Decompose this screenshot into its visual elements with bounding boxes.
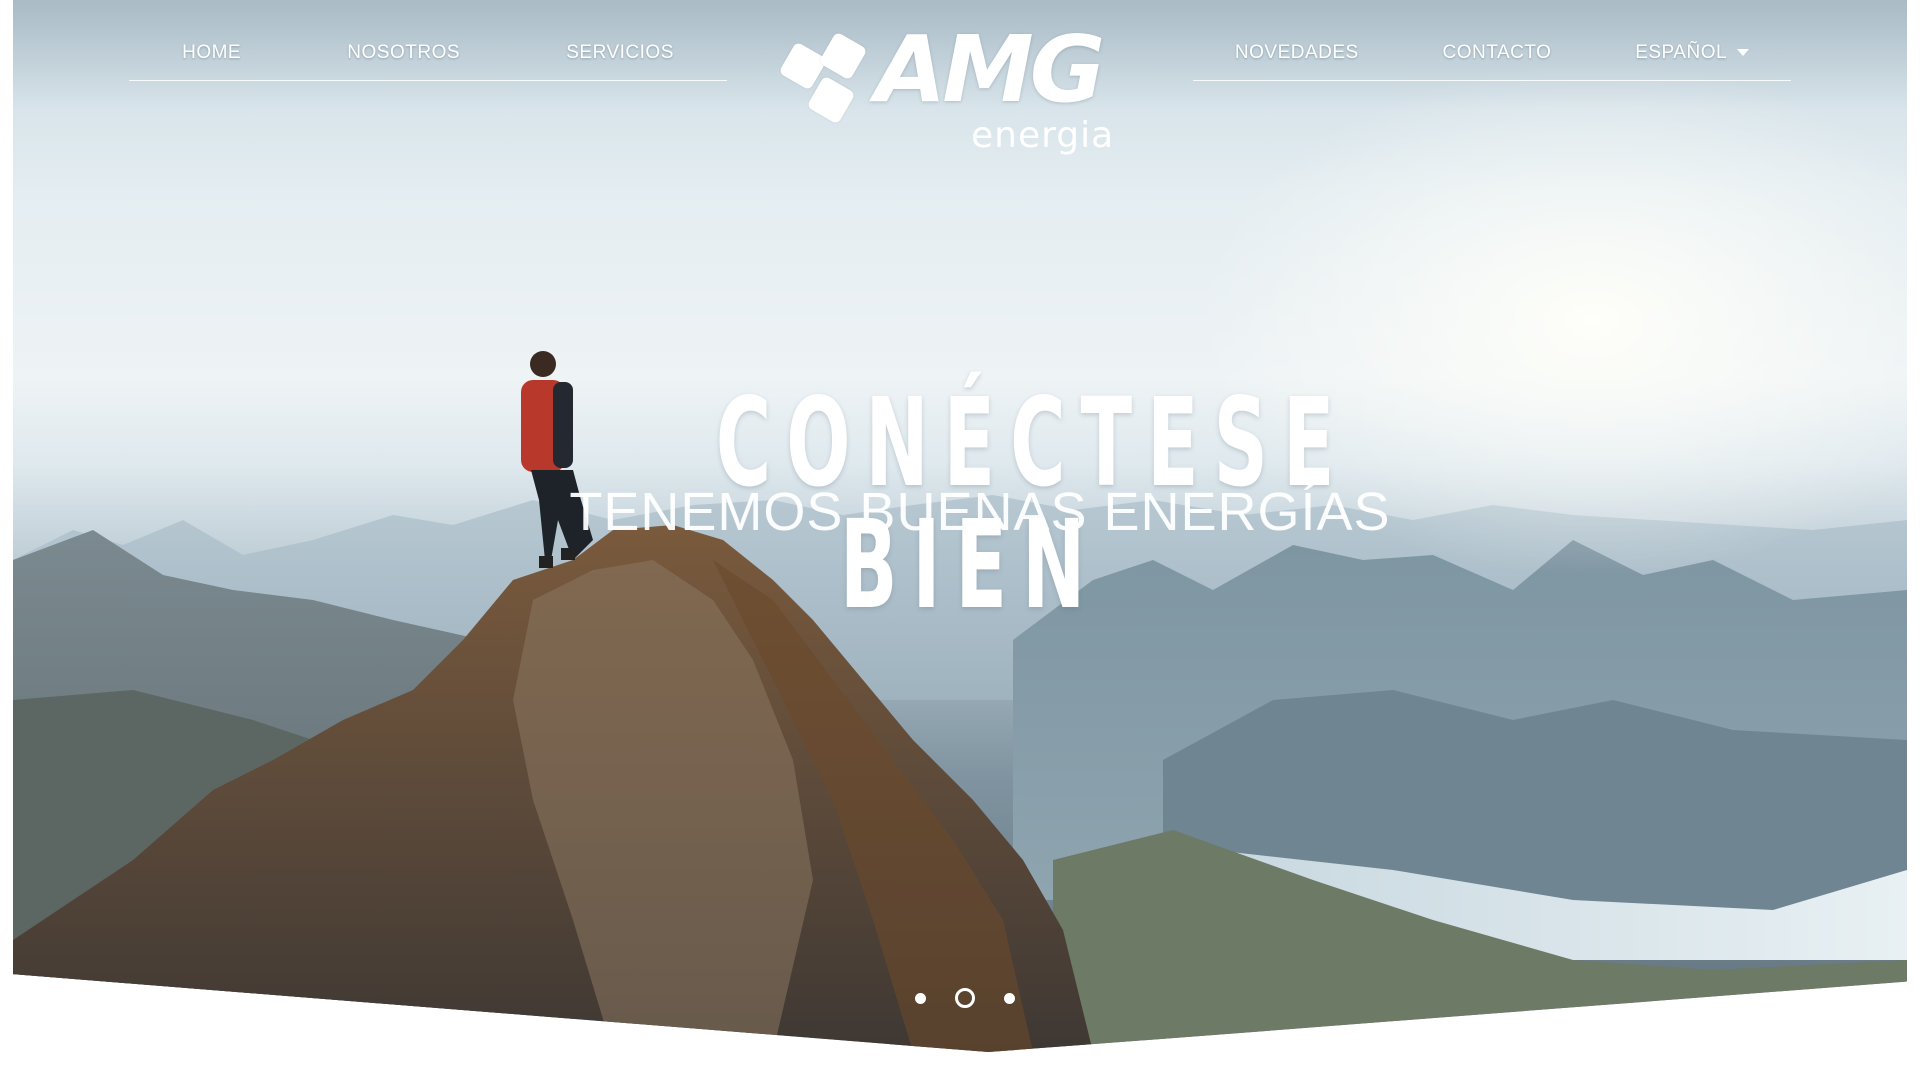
hero-subheadline: TENEMOS BUENAS ENERGÍAS — [569, 481, 1391, 542]
slider-dot-1[interactable] — [915, 992, 926, 1004]
amg-energia-logo[interactable]: AMG energia — [775, 24, 1145, 165]
logo-brand-text: AMG — [875, 16, 1105, 123]
caret-down-icon — [1737, 49, 1750, 57]
slider-dots — [915, 988, 1015, 1008]
nav-left: HOME NOSOTROS SERVICIOS — [129, 0, 727, 81]
nav-nosotros-link[interactable]: NOSOTROS — [347, 16, 460, 64]
nav-contacto-link[interactable]: CONTACTO — [1443, 16, 1552, 64]
logo-sub-text: energia — [971, 115, 1115, 156]
nav-right: NOVEDADES CONTACTO ESPAÑOL — [1193, 0, 1791, 81]
slider-dot-2[interactable] — [955, 988, 975, 1008]
language-label: ESPAÑOL — [1635, 42, 1728, 63]
nav-novedades-link[interactable]: NOVEDADES — [1235, 16, 1359, 64]
logo-square-2 — [818, 31, 868, 81]
nav-servicios-link[interactable]: SERVICIOS — [566, 16, 674, 64]
nav-home-link[interactable]: HOME — [182, 16, 241, 64]
language-selector[interactable]: ESPAÑOL — [1635, 16, 1750, 64]
slider-dot-3[interactable] — [1004, 992, 1015, 1004]
